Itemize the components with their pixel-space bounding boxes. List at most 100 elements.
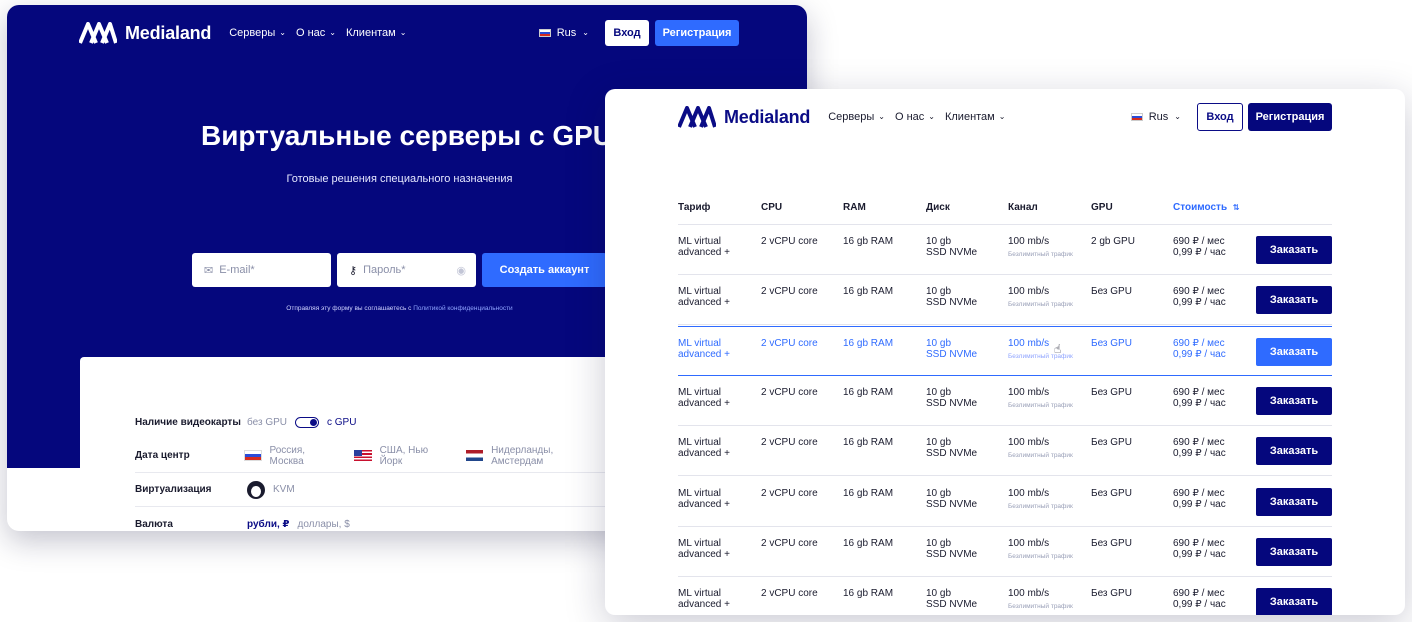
cell-price-text: 690 ₽ / мес [1173,588,1225,600]
cell-channel-text: 100 mb/s [1008,236,1050,247]
register-button[interactable]: Регистрация [1248,103,1332,131]
language-selector[interactable]: Rus ⌄ [538,27,589,39]
traffic-note: Безлимитный трафик [1008,452,1073,460]
table-row[interactable]: ML virtual advanced + 2 vCPU core 16 gb RAM… [678,376,1332,426]
cell-tariff-text: advanced + [678,498,730,510]
order-button[interactable]: Заказать [1256,537,1332,566]
table-row[interactable]: ML virtual advanced + 2 vCPU core 16 gb RAM… [678,477,1332,527]
gpu-on-option[interactable]: с GPU [327,417,356,428]
cell-tariff-text: advanced + [678,348,730,360]
cell-gpu: Без GPU [1091,338,1132,349]
register-button[interactable]: Регистрация [655,20,739,46]
cell-ram: 16 gb RAM [843,588,893,599]
cell-price-text: 690 ₽ / мес [1173,386,1225,398]
currency-option-rub[interactable]: рубли, ₽ [247,519,289,530]
column-header-ram: RAM [843,202,866,213]
order-button[interactable]: Заказать [1256,588,1332,615]
cell-gpu: Без GPU [1091,488,1132,499]
cell-ram: 16 gb RAM [843,538,893,549]
cell-channel: 100 mb/s Безлимитный трафик [1008,588,1073,612]
cell-tariff-text: ML virtual [678,588,721,600]
menu-item-about[interactable]: О нас ⌄ [895,111,935,123]
table-row[interactable]: ML virtual advanced + 2 vCPU core 16 gb RAM… [678,426,1332,477]
login-button[interactable]: Вход [605,20,649,46]
cell-channel: 100 mb/s Безлимитный трафик [1008,387,1073,411]
cell-cpu-text: 2 vCPU core [761,386,818,398]
email-field[interactable]: ✉ E-mail* [192,253,331,287]
filter-label: Наличие видеокарты [135,416,241,428]
cell-tariff-text: ML virtual [678,437,721,449]
logo-text: Medialand [724,106,811,127]
eye-icon[interactable]: ◉ [456,264,466,277]
usa-flag-icon [354,450,372,461]
table-row[interactable]: ML virtual advanced + 2 vCPU core 16 gb RAM… [678,527,1332,577]
logo[interactable]: Medialand [678,106,810,128]
language-label: Rus [1148,111,1169,123]
cell-price-text: 690 ₽ / мес [1173,337,1225,349]
cell-gpu-text: Без GPU [1091,437,1132,449]
menu-label: Клиентам [944,111,995,123]
menu-item-clients[interactable]: Клиентам ⌄ [346,27,406,39]
cell-ram-text: 16 gb RAM [843,487,894,499]
menu-item-about[interactable]: О нас ⌄ [296,27,336,39]
chevron-down-icon: ⌄ [928,111,935,121]
datacenter-option-newyork[interactable]: США, Нью Йорк [380,445,452,467]
cell-channel-text: 100 mb/s [1008,537,1050,549]
cell-disk-text: SSD NVMe [926,247,978,258]
order-button[interactable]: Заказать [1256,487,1332,516]
cell-disk-text: 10 gb [926,386,952,398]
order-button[interactable]: Заказать [1256,236,1332,264]
cell-price: 690 ₽ / мес 0,99 ₽ / час [1173,437,1226,459]
sort-icon[interactable]: ⇅ [1233,203,1240,212]
cell-ram-text: 16 gb RAM [843,236,894,247]
cell-gpu-text: 2 gb GPU [1091,236,1135,247]
cell-ram-text: 16 gb RAM [843,286,894,298]
logo[interactable]: Medialand [79,22,211,44]
stage: Medialand Серверы ⌄ О нас ⌄ Клиентам ⌄ Rus … [0,0,1412,622]
datacenter-option-amsterdam[interactable]: Нидерланды, Амстердам [491,445,605,467]
cell-price-text: 690 ₽ / мес [1173,437,1225,449]
gpu-off-option[interactable]: без GPU [247,417,287,428]
order-button[interactable]: Заказать [1256,286,1332,315]
menu-item-servers[interactable]: Серверы ⌄ [229,27,286,39]
datacenter-option-moscow[interactable]: Россия, Москва [270,445,341,467]
cell-tariff-text: advanced + [678,599,730,611]
cell-disk-text: 10 gb [926,588,952,600]
cell-tariff-text: advanced + [678,448,730,460]
menu-item-clients[interactable]: Клиентам ⌄ [945,111,1005,123]
order-button[interactable]: Заказать [1256,386,1332,415]
logo-text: Medialand [125,22,212,43]
column-header-price[interactable]: Стоимость ⇅ [1173,202,1240,213]
order-button[interactable]: Заказать [1256,437,1332,466]
virtualization-option-kvm[interactable]: KVM [273,484,295,495]
cell-cpu: 2 vCPU core [761,437,818,448]
cell-disk-text: SSD NVMe [926,548,978,560]
cell-ram-text: 16 gb RAM [843,386,894,398]
login-button[interactable]: Вход [1197,103,1243,131]
cell-gpu-text: Без GPU [1091,286,1132,298]
order-button[interactable]: Заказать [1256,337,1332,366]
create-account-button[interactable]: Создать аккаунт [482,253,607,287]
privacy-policy-link[interactable]: Политикой конфиденциальности [413,305,512,312]
gpu-toggle[interactable] [295,416,319,428]
logo-mark-icon [678,106,716,128]
cell-disk-text: 10 gb [926,487,952,499]
chevron-down-icon: ⌄ [998,111,1006,121]
cell-tariff-text: advanced + [678,397,730,409]
table-row[interactable]: ML virtual advanced + 2 vCPU core 16 gb RAM… [678,225,1332,275]
password-field[interactable]: ⚷ Пароль* ◉ [337,253,476,287]
table-row[interactable]: ML virtual advanced + 2 vCPU core 16 gb RAM… [678,325,1332,376]
cell-gpu-text: Без GPU [1091,386,1132,398]
password-placeholder: Пароль* [363,264,406,276]
language-selector[interactable]: Rus ⌄ [1130,111,1181,123]
cell-tariff-text: ML virtual [678,236,721,247]
table-row[interactable]: ML virtual advanced + 2 vCPU core 16 gb RAM… [678,275,1332,326]
cell-price-text: 690 ₽ / мес [1173,537,1225,549]
currency-option-usd[interactable]: доллары, $ [297,519,349,530]
hand-cursor-icon: ☝ [1054,341,1062,356]
consent-text: Отправляя эту форму вы соглашаетесь с [286,305,412,312]
traffic-note: Безлимитный трафик [1008,251,1073,258]
table-row[interactable]: ML virtual advanced + 2 vCPU core 16 gb RAM… [678,577,1332,615]
menu-item-servers[interactable]: Серверы ⌄ [828,111,885,123]
logo-mark-icon [79,22,117,44]
